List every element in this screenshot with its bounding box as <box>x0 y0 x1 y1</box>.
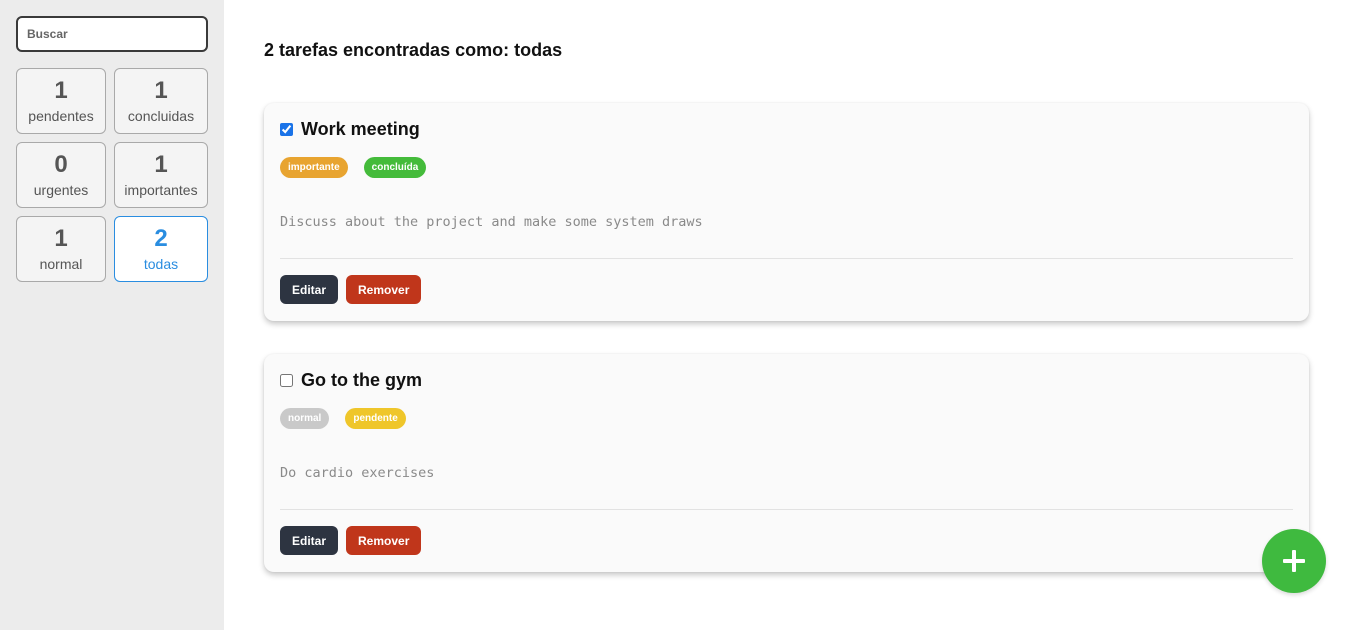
filter-label: importantes <box>124 182 198 198</box>
edit-button[interactable]: Editar <box>280 275 339 304</box>
priority-badge: normal <box>280 408 330 429</box>
filter-normal[interactable]: 1 normal <box>16 216 106 282</box>
status-badge: concluída <box>363 157 427 178</box>
add-task-button[interactable] <box>1262 529 1326 593</box>
filter-count: 2 <box>154 225 168 252</box>
task-description: Discuss about the project and make some … <box>280 214 703 230</box>
remove-button[interactable]: Remover <box>346 275 422 304</box>
filter-label: normal <box>39 256 83 272</box>
filter-label: urgentes <box>33 182 89 198</box>
filter-count: 1 <box>54 225 68 252</box>
filter-label: pendentes <box>28 108 94 124</box>
filter-importantes[interactable]: 1 importantes <box>114 142 208 208</box>
sidebar: 1 pendentes 1 concluidas 0 urgentes 1 im… <box>0 0 224 630</box>
task-actions: Editar Remover <box>280 275 422 304</box>
remove-button[interactable]: Remover <box>346 526 422 555</box>
task-description: Do cardio exercises <box>280 465 435 481</box>
filter-count: 1 <box>154 77 168 104</box>
task-card: Go to the gym normal pendente Do cardio … <box>264 354 1309 572</box>
results-heading: 2 tarefas encontradas como: todas <box>264 40 563 60</box>
task-card: Work meeting importante concluída Discus… <box>264 103 1309 321</box>
divider <box>280 258 1293 259</box>
filter-label: concluidas <box>127 108 195 124</box>
task-tags: importante concluída <box>280 157 427 178</box>
task-actions: Editar Remover <box>280 526 422 555</box>
filter-urgentes[interactable]: 0 urgentes <box>16 142 106 208</box>
filter-concluidas[interactable]: 1 concluidas <box>114 68 208 134</box>
filter-grid: 1 pendentes 1 concluidas 0 urgentes 1 im… <box>16 68 208 282</box>
filter-count: 1 <box>54 77 68 104</box>
divider <box>280 509 1293 510</box>
task-checkbox[interactable] <box>280 374 293 387</box>
filter-todas[interactable]: 2 todas <box>114 216 208 282</box>
task-checkbox[interactable] <box>280 123 293 136</box>
edit-button[interactable]: Editar <box>280 526 339 555</box>
status-badge: pendente <box>345 408 406 429</box>
filter-pendentes[interactable]: 1 pendentes <box>16 68 106 134</box>
priority-badge: importante <box>280 157 348 178</box>
task-tags: normal pendente <box>280 408 406 429</box>
filter-label: todas <box>143 256 179 272</box>
task-title-row: Work meeting <box>280 119 420 140</box>
task-title: Go to the gym <box>301 370 422 390</box>
task-title: Work meeting <box>301 119 420 139</box>
plus-icon <box>1283 550 1305 572</box>
filter-count: 0 <box>54 151 68 178</box>
filter-count: 1 <box>154 151 168 178</box>
task-title-row: Go to the gym <box>280 370 422 391</box>
search-input[interactable] <box>16 16 208 52</box>
